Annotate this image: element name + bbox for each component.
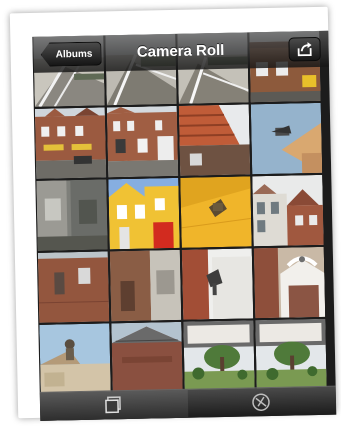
photo-thumbnail[interactable] — [181, 248, 254, 320]
photos-stack-icon — [105, 396, 121, 414]
photo-thumbnail[interactable] — [39, 323, 111, 395]
share-icon — [297, 42, 312, 57]
photo-thumbnail[interactable] — [255, 318, 327, 391]
photo-thumbnail[interactable] — [34, 107, 107, 179]
tab-photos[interactable] — [39, 389, 189, 421]
phone-screen: Albums Camera Roll — [32, 30, 337, 421]
tab-bar — [39, 385, 337, 421]
map-pin-icon — [252, 393, 270, 411]
photo-thumbnail[interactable] — [180, 176, 252, 248]
page-title: Camera Roll — [136, 41, 225, 61]
photo-thumbnail[interactable] — [36, 179, 108, 251]
navigation-bar: Albums Camera Roll — [32, 30, 329, 73]
share-button[interactable] — [288, 36, 321, 62]
photo-thumbnail[interactable] — [111, 321, 183, 394]
photo-thumbnail[interactable] — [178, 104, 251, 176]
photo-frame: Albums Camera Roll — [9, 6, 337, 421]
photo-grid — [32, 30, 336, 395]
photo-thumbnail[interactable] — [253, 246, 326, 319]
photo-thumbnail[interactable] — [108, 177, 180, 250]
photo-thumbnail[interactable] — [252, 174, 324, 247]
tab-places[interactable] — [188, 387, 337, 419]
photo-thumbnail[interactable] — [106, 105, 179, 178]
photo-thumbnail[interactable] — [37, 251, 110, 323]
photo-thumbnail[interactable] — [109, 249, 182, 322]
photo-thumbnail[interactable] — [183, 320, 255, 392]
photo-thumbnail[interactable] — [250, 102, 323, 175]
